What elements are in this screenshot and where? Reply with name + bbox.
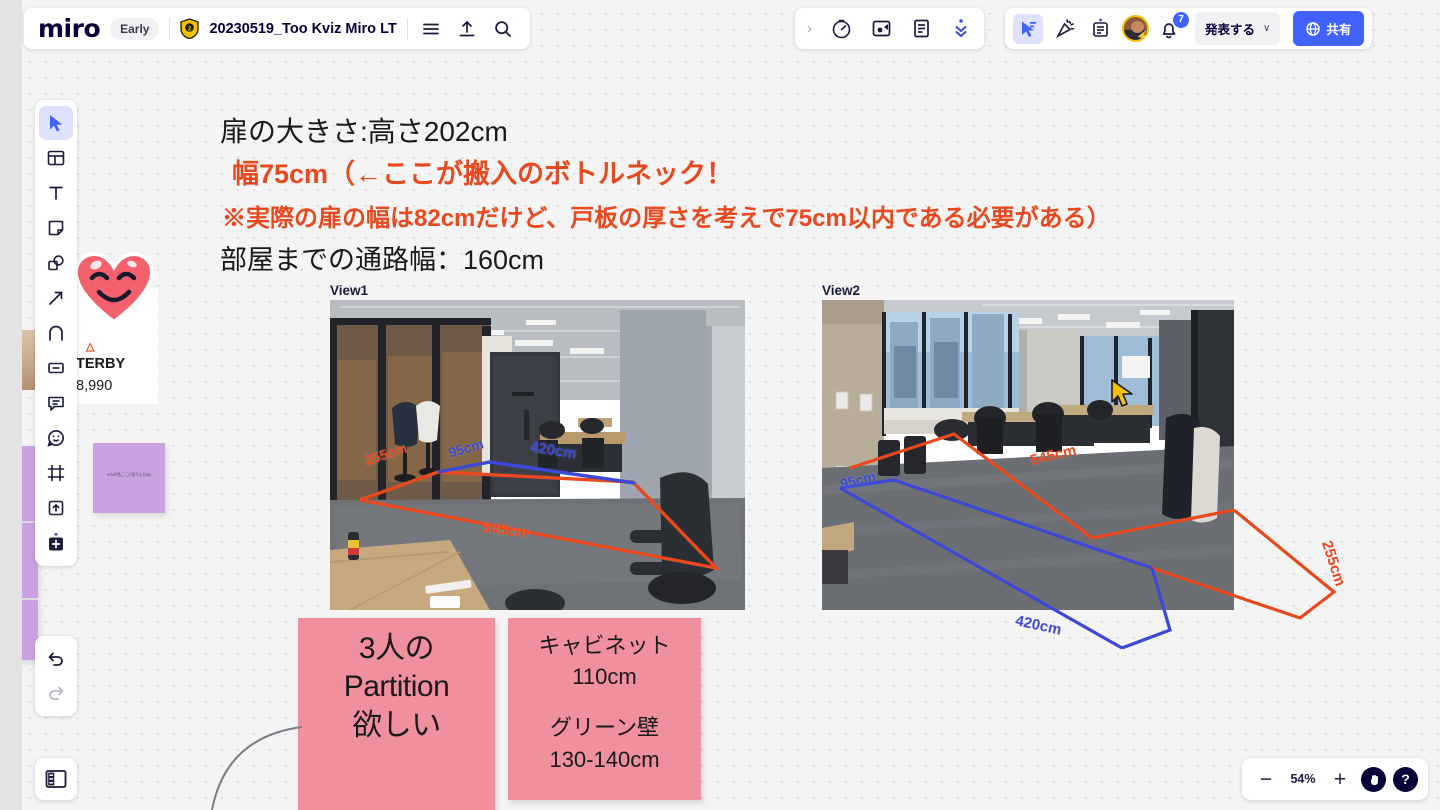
notification-count-badge: 7: [1173, 11, 1189, 28]
zoom-controls: − 54% + ?: [1242, 758, 1428, 800]
globe-icon: [1306, 21, 1321, 36]
present-button[interactable]: 発表する ∨: [1195, 12, 1281, 45]
side-panel-toggle[interactable]: [35, 758, 77, 800]
bolt-icon: ⚡: [1136, 31, 1150, 43]
undo-redo-toolbar: [35, 636, 77, 716]
zoom-level-value[interactable]: 54%: [1284, 772, 1322, 786]
chevrons-down-icon[interactable]: [948, 16, 974, 42]
connector-tool[interactable]: [39, 281, 73, 315]
zoom-in-button[interactable]: +: [1326, 765, 1354, 793]
text-tool[interactable]: [39, 176, 73, 210]
text-width-bottleneck[interactable]: 幅75cm（←ここが搬入のボトルネック！: [232, 152, 733, 191]
purple-sticky-note[interactable]: sofaの色ここに貼りんだigo: [93, 443, 165, 513]
miro-board-app: △ TERBY 8,990 sofaの色ここに貼りんだigo 扉の大きさ:高さ2…: [0, 0, 1440, 810]
view2-measure-420: 420cm: [1013, 612, 1063, 639]
search-icon[interactable]: [490, 16, 516, 42]
left-toolbar: [35, 100, 77, 566]
timer-icon[interactable]: [828, 16, 854, 42]
view2-label: View2: [822, 283, 861, 298]
view1-label: View1: [330, 283, 369, 298]
frame-tool[interactable]: [39, 456, 73, 490]
remote-cursor-pointer: [1111, 379, 1133, 407]
expand-toolbar-chevron[interactable]: ›: [805, 20, 814, 37]
product-price: 8,990: [76, 378, 113, 394]
sticky-line: 110cm: [572, 664, 637, 690]
side-panel-icon: [45, 770, 67, 788]
redo-button[interactable]: [39, 676, 73, 710]
board-title[interactable]: 20230519_Too Kviz Miro LT: [209, 21, 396, 37]
hamburger-menu-icon[interactable]: [418, 16, 444, 42]
comment-panel-icon[interactable]: [1087, 16, 1113, 42]
sticky-line: グリーン壁: [550, 715, 659, 741]
notes-icon[interactable]: [908, 16, 934, 42]
heart-smiling-sticker[interactable]: [74, 252, 154, 324]
zoom-out-button[interactable]: −: [1252, 765, 1280, 793]
sticky-line: キャビネット: [538, 633, 671, 658]
top-right-actions-group: ⚡ 7 発表する ∨ 共有: [1005, 8, 1373, 49]
miro-logo[interactable]: miro: [38, 16, 101, 41]
shapes-tool[interactable]: [39, 246, 73, 280]
share-button[interactable]: 共有: [1293, 11, 1365, 46]
present-label: 発表する: [1205, 23, 1256, 37]
early-access-chip[interactable]: Early: [110, 17, 160, 40]
divider: [169, 17, 171, 40]
select-tool[interactable]: [39, 106, 73, 140]
undo-button[interactable]: [39, 642, 73, 676]
user-avatar[interactable]: ⚡: [1122, 15, 1150, 43]
comment-tool[interactable]: [39, 386, 73, 420]
sticky-line: 130-140cm: [549, 746, 660, 772]
product-brand-mark: △: [86, 341, 95, 353]
help-button[interactable]: ?: [1393, 766, 1418, 792]
card-tool[interactable]: [39, 351, 73, 385]
upload-icon[interactable]: [454, 16, 480, 42]
share-label: 共有: [1326, 23, 1352, 37]
chevron-down-icon: ∨: [1263, 23, 1271, 34]
product-name: TERBY: [76, 356, 126, 372]
celebration-icon[interactable]: [1052, 16, 1078, 42]
security-shield-icon[interactable]: 2: [180, 18, 200, 39]
pen-tool[interactable]: [39, 316, 73, 350]
board-canvas[interactable]: △ TERBY 8,990 sofaの色ここに貼りんだigo 扉の大きさ:高さ2…: [0, 0, 1440, 810]
divider: [406, 17, 408, 40]
text-actual-width-note[interactable]: ※実際の扉の幅は82cmだけど、戸板の厚さを考えで75cm以内である必要がある）: [222, 198, 1111, 233]
text-corridor-width[interactable]: 部屋までの通路幅：160cm: [220, 238, 544, 277]
purple-sticky-text: sofaの色ここに貼りんだigo: [107, 472, 151, 478]
emoji-sticker-tool[interactable]: [39, 421, 73, 455]
view2-measure-255: 255cm: [1318, 538, 1349, 589]
sticky-line: 欲しい: [352, 708, 441, 742]
canvas-left-gutter: [0, 0, 22, 810]
more-apps-tool[interactable]: [39, 526, 73, 560]
sticky-line: 3人の: [358, 632, 435, 665]
sticky-note-partition[interactable]: 3人の Partition 欲しい: [298, 618, 495, 810]
sticky-line: Partition: [343, 670, 450, 704]
sticky-note-tool[interactable]: [39, 211, 73, 245]
view1-photo[interactable]: 255cm 95cm 420cm 545cm: [330, 300, 745, 610]
sticky-note-cabinet[interactable]: キャビネット 110cm グリーン壁 130-140cm: [508, 618, 701, 800]
top-right-tools-group: ›: [795, 8, 984, 49]
hand-pointer-icon[interactable]: [1361, 766, 1386, 792]
top-toolbar: miro Early 2 20230519_Too Kviz Miro LT: [24, 8, 530, 49]
curved-connector-line[interactable]: [190, 715, 320, 810]
view2-photo[interactable]: 95cm 545cm: [822, 300, 1234, 610]
templates-tool[interactable]: [39, 141, 73, 175]
text-door-size[interactable]: 扉の大きさ:高さ202cm: [220, 110, 508, 150]
video-chat-icon[interactable]: [868, 16, 894, 42]
notifications-bell-icon[interactable]: 7: [1158, 11, 1189, 42]
upload-box-tool[interactable]: [39, 491, 73, 525]
cursor-share-icon[interactable]: [1013, 13, 1043, 44]
